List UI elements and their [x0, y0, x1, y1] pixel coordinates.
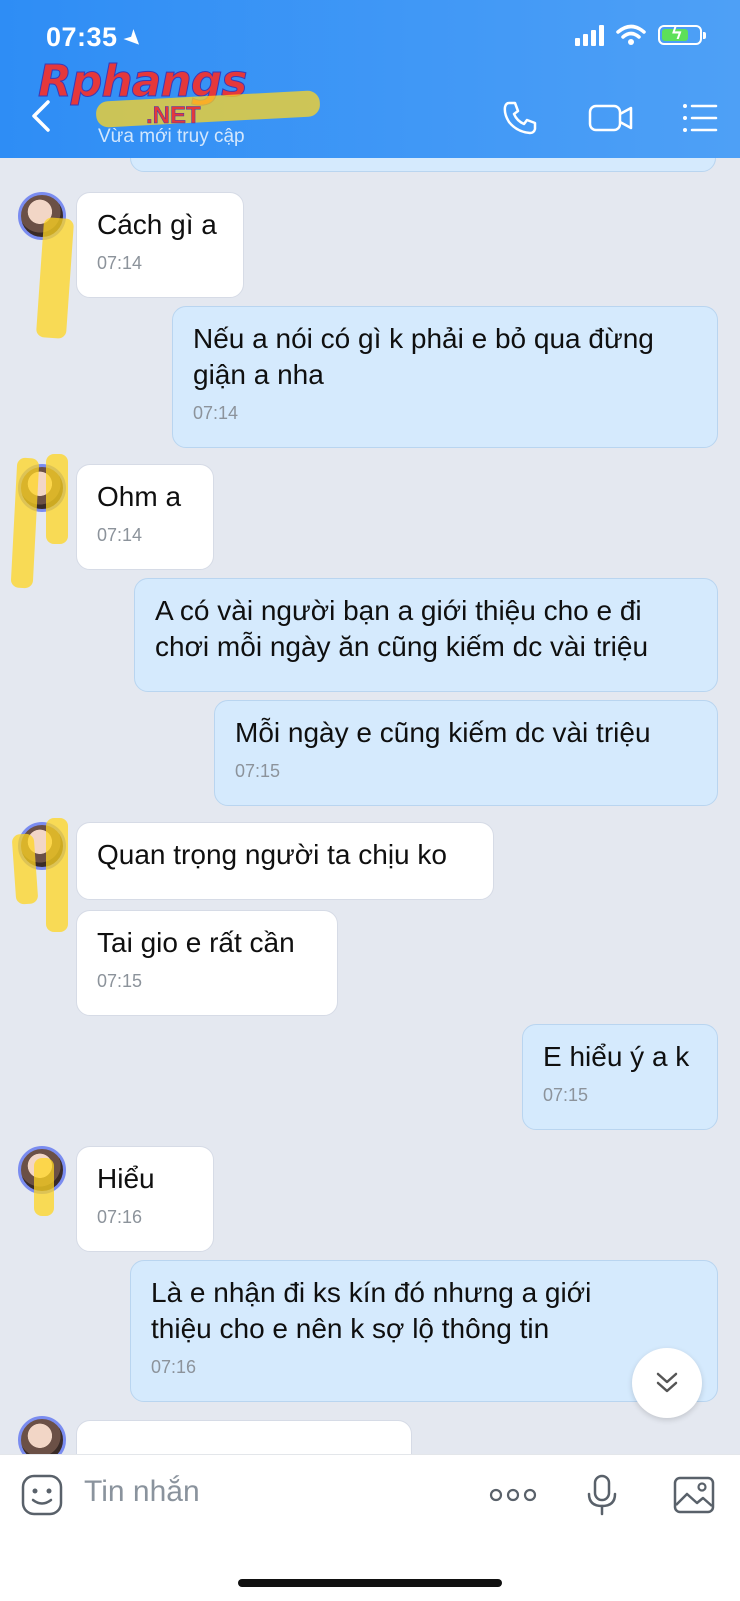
wifi-icon: [616, 24, 646, 45]
sticker-icon[interactable]: [20, 1473, 64, 1517]
message-time: 07:16: [97, 1207, 143, 1227]
message-text: A có vài người bạn a giới thiệu cho e đi…: [155, 595, 649, 662]
location-arrow-icon: ➤: [117, 23, 149, 55]
message-bubble-incoming[interactable]: Tai gio e rất cần 07:15: [76, 910, 338, 1016]
message-bubble-incoming[interactable]: Hiểu 07:16: [76, 1146, 214, 1252]
message-bubble-outgoing[interactable]: E hiểu ý a k 07:15: [522, 1024, 718, 1130]
contact-status: Vừa mới truy cập: [98, 126, 245, 147]
message-time: 07:15: [235, 761, 281, 781]
status-indicators: ϟ: [575, 23, 706, 46]
message-text: Là e nhận đi ks kín đó nhưng a giới thiệ…: [151, 1277, 592, 1344]
message-input-bar: Tin nhắn: [0, 1454, 740, 1601]
message-time: 07:15: [543, 1085, 589, 1105]
message-time: 07:14: [97, 525, 143, 545]
message-time: 07:16: [151, 1357, 197, 1377]
message-bubble-outgoing[interactable]: Mỗi ngày e cũng kiếm dc vài triệu 07:15: [214, 700, 718, 806]
message-bubble-outgoing[interactable]: A có vài người bạn a giới thiệu cho e đi…: [134, 578, 718, 692]
image-gallery-icon[interactable]: [672, 1473, 716, 1517]
message-input[interactable]: Tin nhắn: [84, 1475, 200, 1509]
message-bubble-outgoing[interactable]: Nếu a nói có gì k phải e bỏ qua đừng giậ…: [172, 306, 718, 448]
message-text: Tai gio e rất cần: [97, 927, 295, 958]
contact-avatar[interactable]: [18, 1416, 66, 1454]
message-bubble-partial: [130, 158, 716, 172]
message-text: Nếu a nói có gì k phải e bỏ qua đừng giậ…: [193, 323, 654, 390]
message-bubble-outgoing[interactable]: Là e nhận đi ks kín đó nhưng a giới thiệ…: [130, 1260, 718, 1402]
more-dots-icon[interactable]: [488, 1473, 538, 1517]
message-text: Mỗi ngày e cũng kiếm dc vài triệu: [235, 717, 651, 748]
message-text: E hiểu ý a k: [543, 1041, 690, 1072]
battery-icon: ϟ: [658, 23, 706, 45]
status-time: 07:35➤: [46, 22, 149, 55]
message-text: Hiểu: [97, 1163, 155, 1194]
message-bubble-incoming[interactable]: Ohm a 07:14: [76, 464, 214, 570]
message-text: Ohm a: [97, 481, 182, 512]
cellular-signal-icon: [575, 24, 604, 46]
message-bubble-partial: [76, 1420, 412, 1454]
message-list[interactable]: Cách gì a 07:14 Nếu a nói có gì k phải e…: [0, 158, 740, 1454]
home-indicator: [238, 1579, 502, 1587]
message-text: Cách gì a: [97, 209, 217, 240]
message-time: 07:15: [97, 971, 143, 991]
message-bubble-incoming[interactable]: Cách gì a 07:14: [76, 192, 244, 298]
double-chevron-down-icon: [656, 1372, 678, 1393]
video-call-icon[interactable]: [588, 98, 634, 138]
message-bubble-incoming[interactable]: Quan trọng người ta chịu ko: [76, 822, 494, 900]
chat-header: 07:35➤ ϟ Rphangs .NET Vừa mới truy cập: [0, 0, 740, 158]
phone-call-icon[interactable]: [500, 98, 540, 138]
message-time: 07:14: [97, 253, 143, 273]
message-time: 07:14: [193, 403, 239, 423]
scroll-to-bottom-button[interactable]: [632, 1348, 702, 1418]
menu-list-icon[interactable]: [680, 98, 720, 138]
message-text: Quan trọng người ta chịu ko: [97, 839, 447, 870]
microphone-icon[interactable]: [580, 1473, 624, 1517]
